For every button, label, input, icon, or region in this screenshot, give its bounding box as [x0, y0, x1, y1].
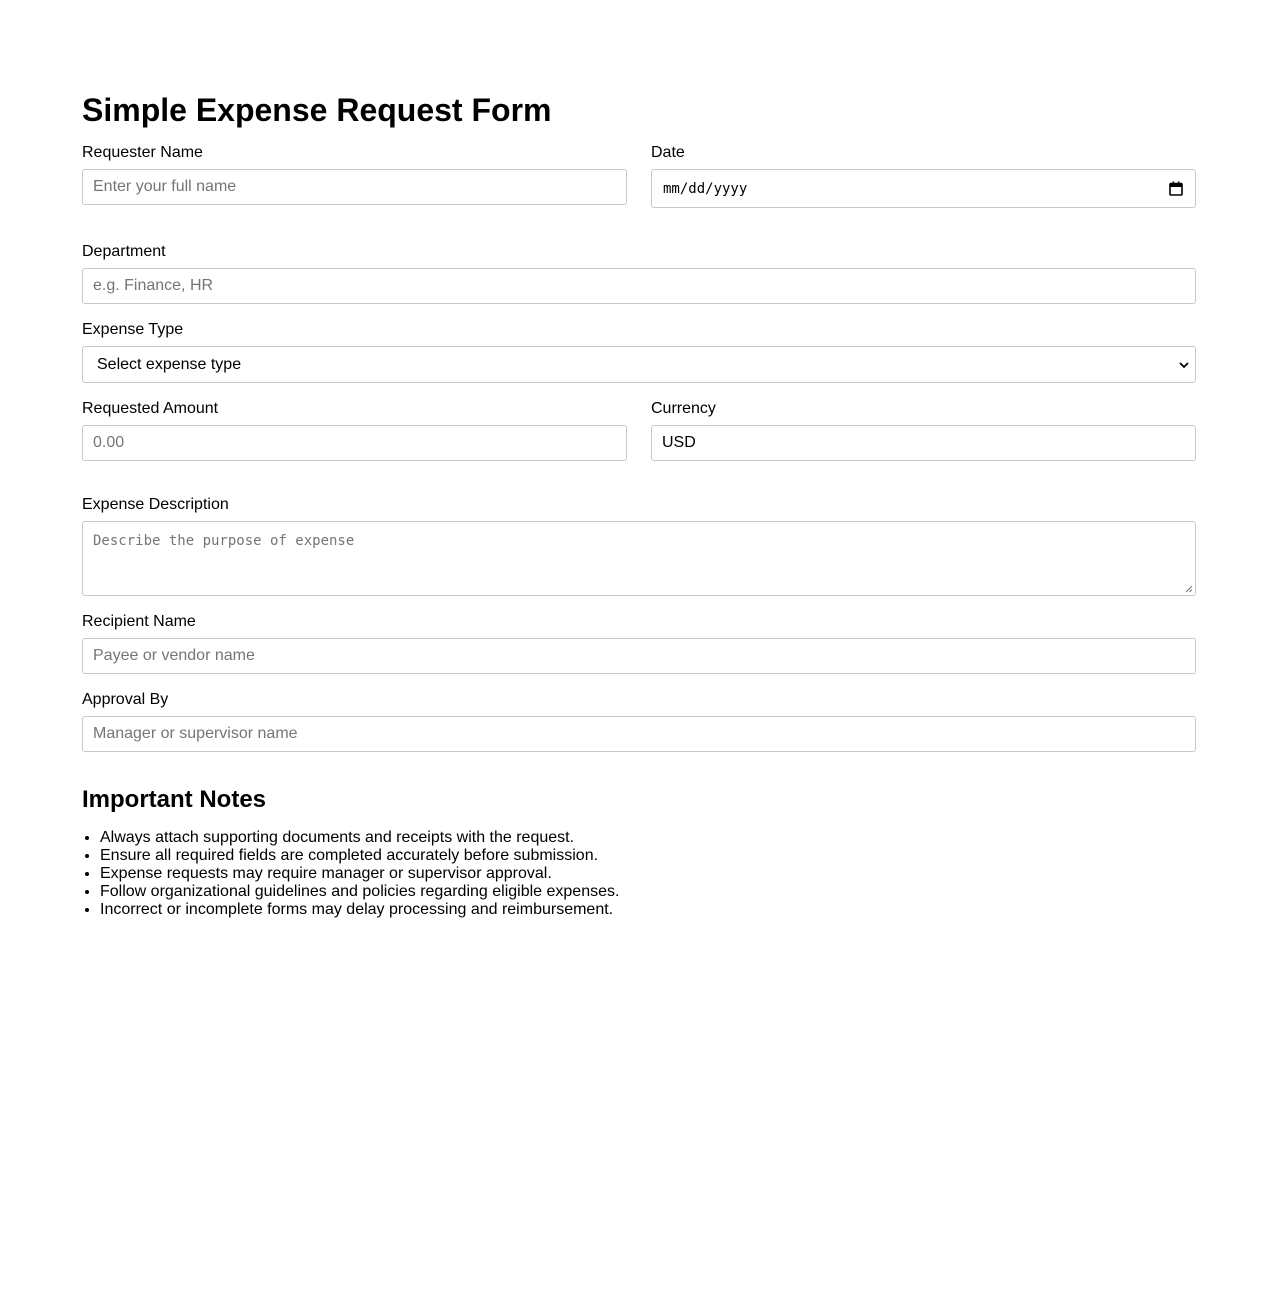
note-item: Expense requests may require manager or …	[100, 865, 619, 883]
note-item: Incorrect or incomplete forms may delay …	[100, 901, 619, 919]
requested-amount-label: Requested Amount	[82, 400, 219, 417]
resize-handle-icon[interactable]	[1185, 585, 1193, 593]
page-title: Simple Expense Request Form	[82, 92, 552, 128]
date-input-placeholder: mm/dd/yyyy	[663, 180, 748, 197]
expense-description-label: Expense Description	[82, 496, 229, 513]
expense-description-textarea[interactable]	[82, 521, 1196, 596]
department-label: Department	[82, 243, 166, 260]
expense-request-page: Simple Expense Request Form Requester Na…	[0, 0, 1278, 1300]
department-input[interactable]	[82, 268, 1196, 304]
important-notes-heading: Important Notes	[82, 786, 267, 813]
note-item: Ensure all required fields are completed…	[100, 847, 619, 865]
approval-by-label: Approval By	[82, 691, 169, 708]
expense-type-select[interactable]: Select expense type	[82, 346, 1196, 383]
requester-name-input[interactable]	[82, 169, 627, 205]
chevron-down-icon	[1179, 361, 1189, 368]
note-item: Always attach supporting documents and r…	[100, 829, 619, 847]
currency-label: Currency	[651, 400, 716, 417]
approval-by-input[interactable]	[82, 716, 1196, 752]
requested-amount-input[interactable]	[82, 425, 627, 461]
date-label: Date	[651, 144, 685, 161]
date-input[interactable]: mm/dd/yyyy	[651, 169, 1196, 208]
recipient-name-input[interactable]	[82, 638, 1196, 674]
currency-input[interactable]	[651, 425, 1196, 461]
important-notes-list: Always attach supporting documents and r…	[82, 829, 619, 919]
expense-type-selected-value: Select expense type	[97, 355, 242, 373]
requester-name-label: Requester Name	[82, 144, 203, 161]
calendar-icon[interactable]	[1169, 181, 1183, 196]
expense-type-label: Expense Type	[82, 321, 184, 338]
recipient-name-label: Recipient Name	[82, 613, 196, 630]
note-item: Follow organizational guidelines and pol…	[100, 883, 619, 901]
